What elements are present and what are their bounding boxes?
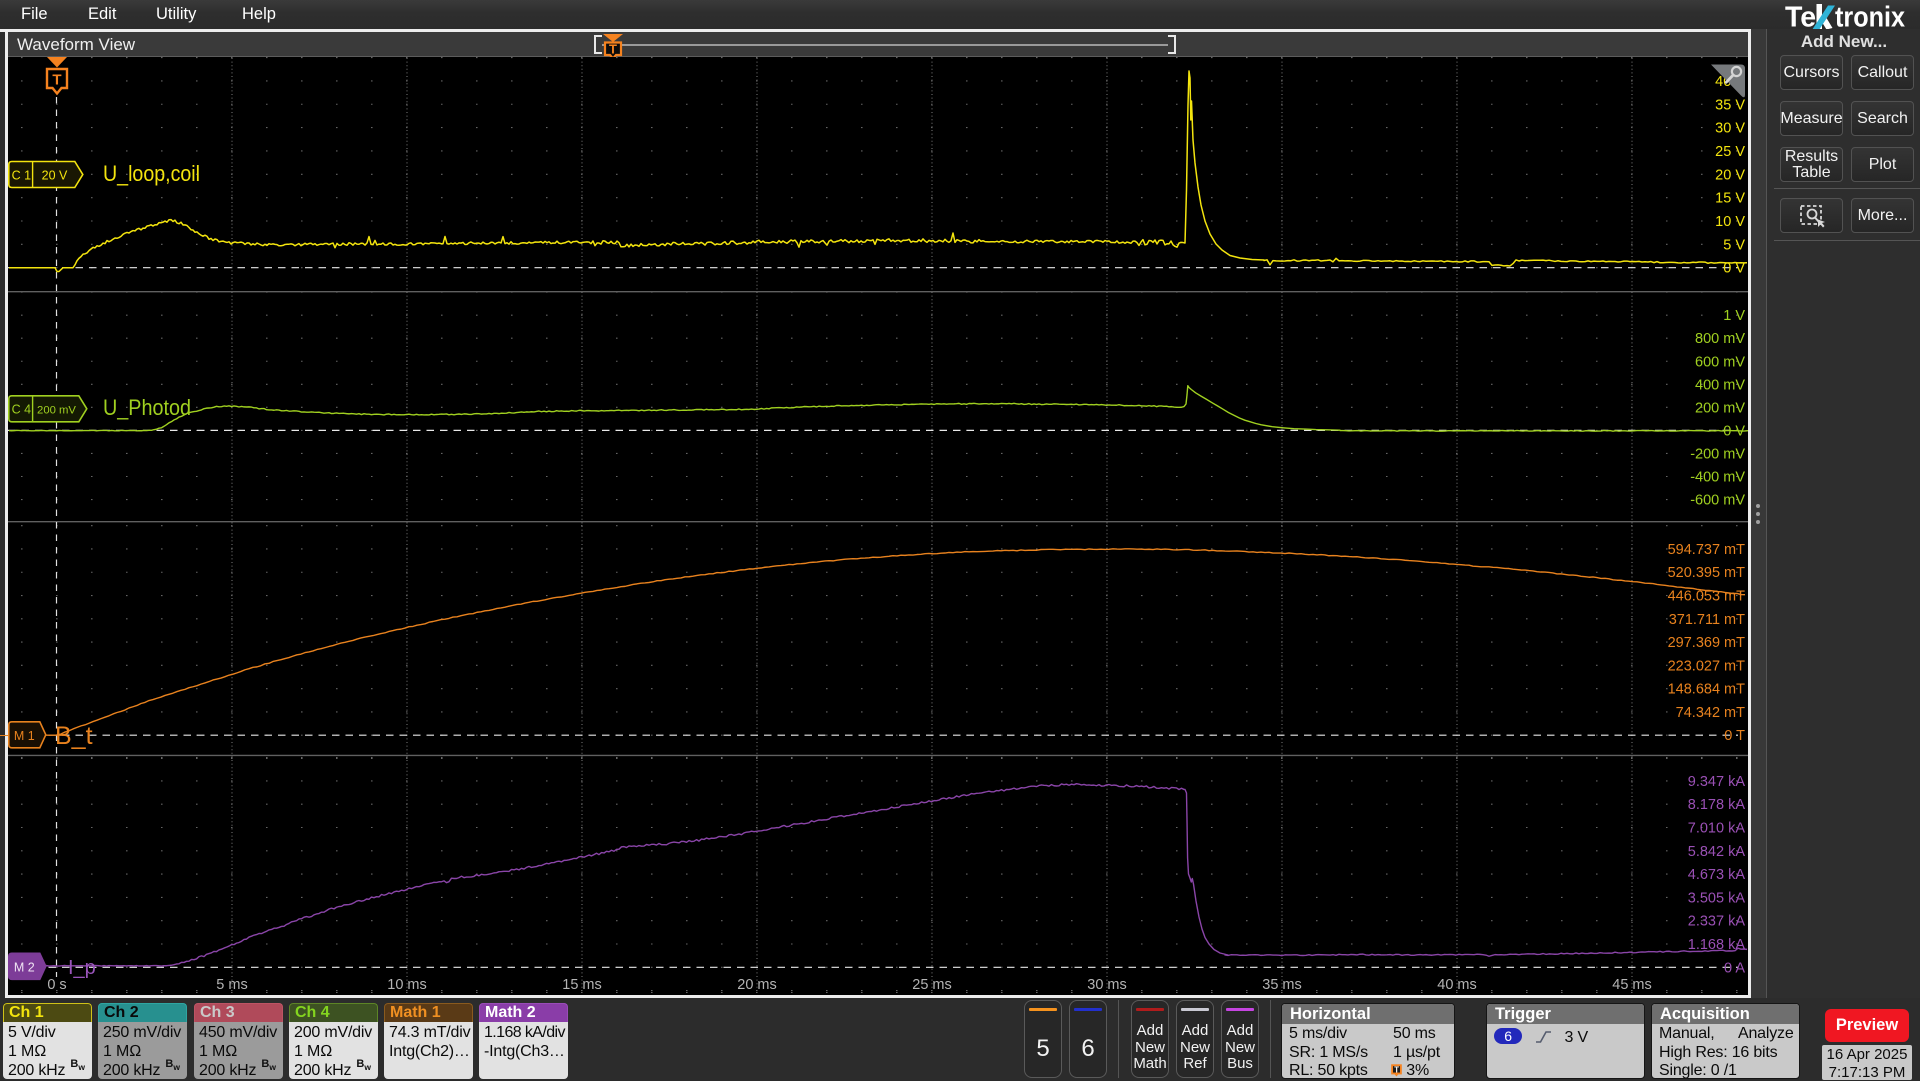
svg-text:20 V: 20 V: [42, 169, 68, 183]
svg-text:594.737 mT: 594.737 mT: [1668, 542, 1746, 558]
svg-text:200 mV: 200 mV: [1695, 400, 1745, 416]
svg-text:7.010 kA: 7.010 kA: [1688, 821, 1746, 837]
svg-text:-400 mV: -400 mV: [1690, 470, 1745, 486]
svg-text:15 V: 15 V: [1715, 191, 1745, 207]
svg-text:0 s: 0 s: [47, 977, 66, 993]
svg-text:600 mV: 600 mV: [1695, 354, 1745, 370]
svg-text:40 ms: 40 ms: [1437, 977, 1477, 993]
svg-text:25 V: 25 V: [1715, 144, 1745, 160]
svg-text:371.711 mT: 371.711 mT: [1669, 612, 1745, 628]
svg-text:M 2: M 2: [14, 960, 35, 974]
svg-text:0 T: 0 T: [1724, 728, 1745, 744]
svg-text:20 ms: 20 ms: [737, 977, 777, 993]
svg-text:1.168 kA: 1.168 kA: [1688, 937, 1746, 953]
svg-text:-200 mV: -200 mV: [1690, 446, 1745, 462]
svg-text:C 1: C 1: [12, 169, 32, 183]
svg-text:148.684 mT: 148.684 mT: [1668, 682, 1746, 698]
svg-text:4.673 kA: 4.673 kA: [1688, 867, 1746, 883]
svg-text:25 ms: 25 ms: [912, 977, 952, 993]
svg-text:5.842 kA: 5.842 kA: [1688, 844, 1746, 860]
svg-text:223.027 mT: 223.027 mT: [1668, 658, 1746, 674]
svg-text:20 V: 20 V: [1715, 167, 1745, 183]
svg-text:3.505 kA: 3.505 kA: [1688, 890, 1746, 906]
svg-text:-600 mV: -600 mV: [1690, 493, 1745, 509]
svg-text:5 ms: 5 ms: [216, 977, 247, 993]
svg-text:2.337 kA: 2.337 kA: [1688, 914, 1746, 930]
svg-text:M 1: M 1: [14, 729, 35, 743]
svg-text:T: T: [609, 42, 617, 57]
svg-text:10 V: 10 V: [1715, 214, 1745, 230]
svg-text:15 ms: 15 ms: [562, 977, 602, 993]
svg-text:446.053 mT: 446.053 mT: [1668, 589, 1746, 605]
svg-text:45 ms: 45 ms: [1612, 977, 1652, 993]
svg-text:T: T: [52, 72, 61, 89]
svg-text:74.342 mT: 74.342 mT: [1676, 705, 1745, 721]
svg-text:35 ms: 35 ms: [1262, 977, 1302, 993]
svg-text:tronix: tronix: [1835, 2, 1905, 32]
svg-text:Te: Te: [1785, 2, 1816, 32]
svg-text:30 ms: 30 ms: [1087, 977, 1127, 993]
svg-text:297.369 mT: 297.369 mT: [1668, 635, 1746, 651]
svg-text:200 mV: 200 mV: [37, 405, 76, 417]
svg-text:800 mV: 800 mV: [1695, 331, 1745, 347]
svg-text:0 A: 0 A: [1724, 960, 1745, 976]
svg-text:30 V: 30 V: [1715, 121, 1745, 137]
svg-text:5 V: 5 V: [1723, 237, 1745, 253]
svg-text:U_Photod: U_Photod: [103, 395, 191, 420]
svg-text:I_p: I_p: [68, 957, 96, 979]
svg-text:8.178 kA: 8.178 kA: [1688, 797, 1746, 813]
svg-text:400 mV: 400 mV: [1695, 377, 1745, 393]
svg-text:U_loop,coil: U_loop,coil: [103, 161, 200, 186]
svg-text:C 4: C 4: [12, 403, 32, 417]
svg-text:0 V: 0 V: [1723, 261, 1745, 277]
svg-text:T: T: [1394, 1066, 1399, 1075]
svg-text:35 V: 35 V: [1715, 97, 1745, 113]
svg-text:0 V: 0 V: [1723, 423, 1745, 439]
svg-text:1 V: 1 V: [1723, 308, 1745, 324]
svg-text:10 ms: 10 ms: [387, 977, 427, 993]
svg-text:9.347 kA: 9.347 kA: [1688, 774, 1746, 790]
svg-text:520.395 mT: 520.395 mT: [1668, 565, 1746, 581]
svg-text:B_t: B_t: [55, 722, 93, 750]
